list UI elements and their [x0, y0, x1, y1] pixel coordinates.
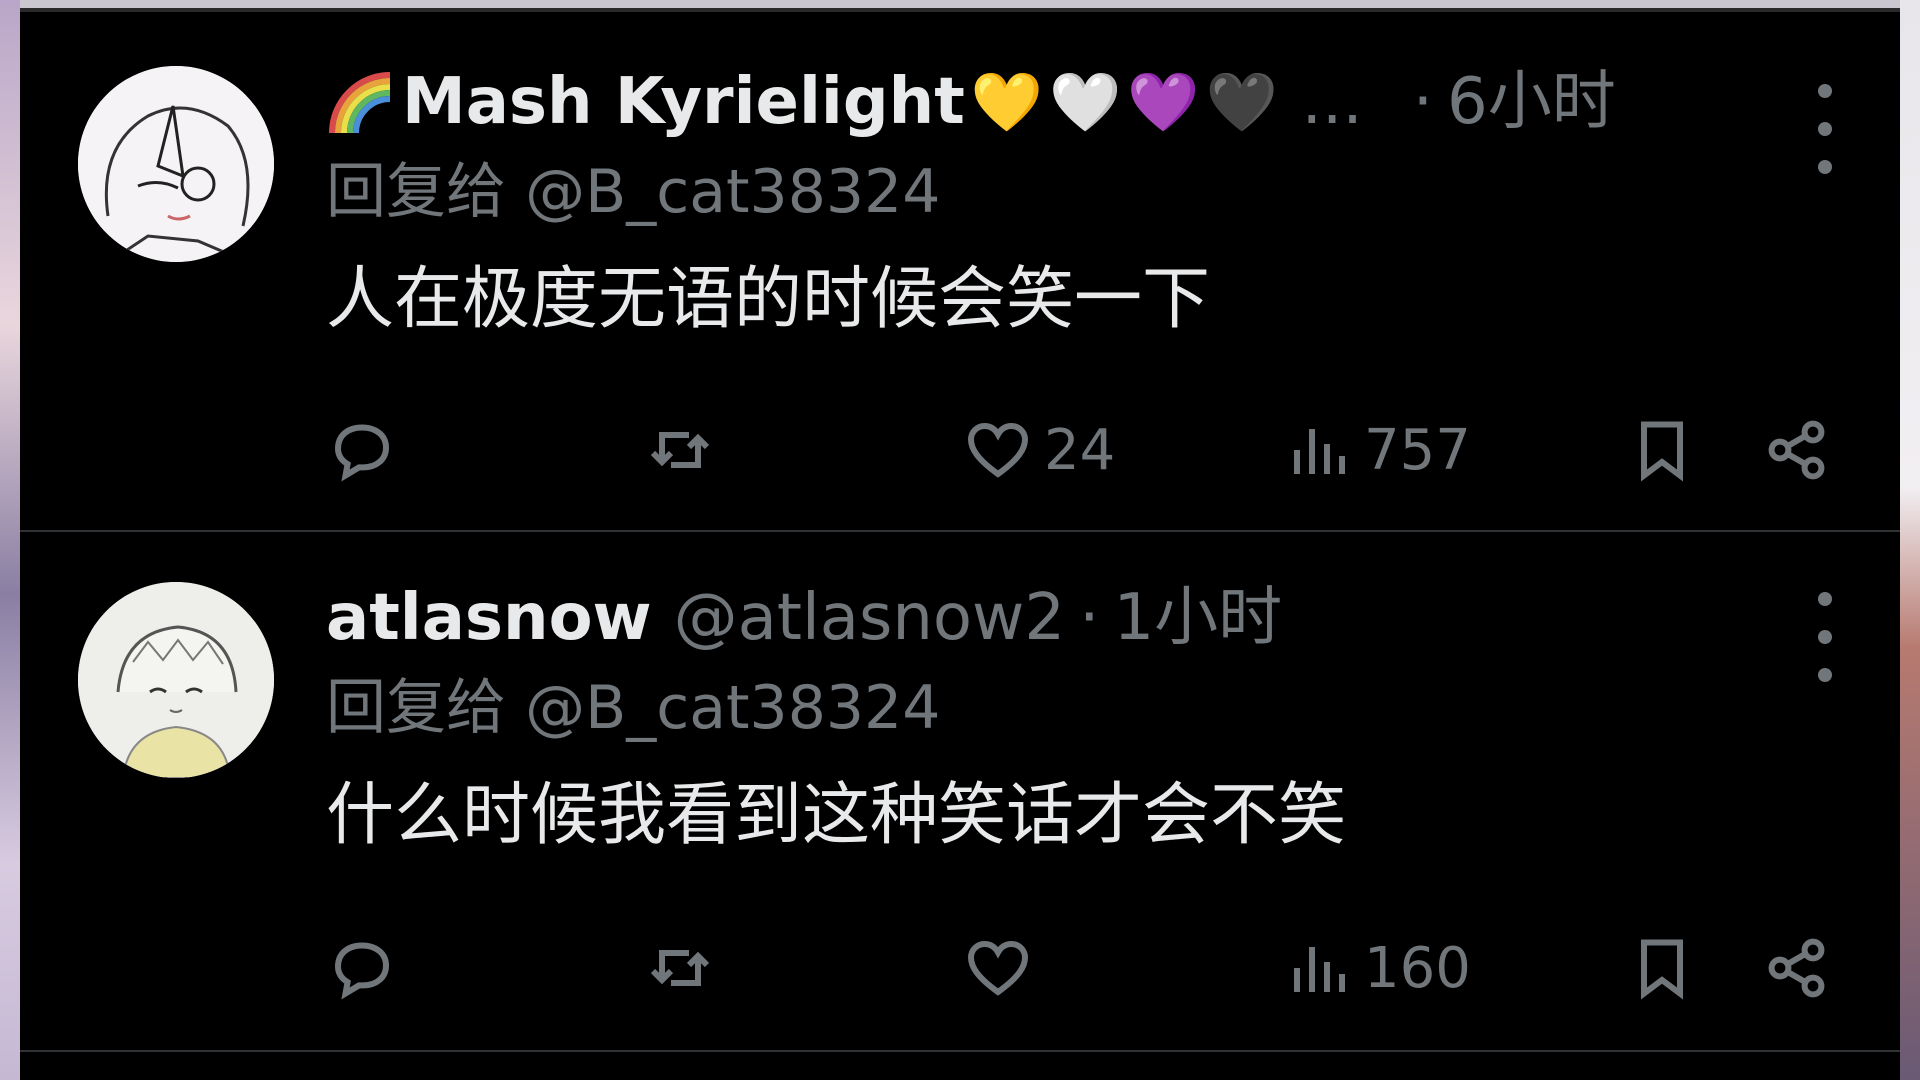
background-strip-right — [1900, 0, 1920, 1080]
views-count: 160 — [1364, 935, 1471, 1001]
reply-post: atlasnow @atlasnow2 · 1小时 回复给 @B_cat3832… — [20, 542, 1900, 1062]
more-icon — [1818, 84, 1832, 98]
reply-to-label[interactable]: 回复给 @B_cat38324 — [326, 144, 1840, 240]
reply-button[interactable] — [326, 928, 398, 1008]
retweet-button[interactable] — [644, 410, 716, 490]
black-heart-icon: 🖤 — [1205, 68, 1278, 136]
bookmark-icon — [1641, 939, 1683, 1000]
reply-icon — [334, 424, 390, 482]
display-name[interactable]: Mash Kyrielight — [402, 60, 965, 144]
purple-heart-icon: 💜 — [1127, 68, 1200, 136]
post-divider — [20, 1050, 1900, 1052]
post-header: atlasnow @atlasnow2 · 1小时 — [326, 576, 1840, 660]
like-button[interactable]: 24 — [962, 410, 1115, 490]
share-button[interactable] — [1762, 928, 1834, 1008]
post-header: Mash Kyrielight 💛 🤍 💜 🖤 ... · 6小时 — [326, 60, 1840, 144]
bookmark-button[interactable] — [1626, 928, 1698, 1008]
more-options-button[interactable] — [1810, 592, 1840, 682]
separator-dot: · — [1079, 581, 1100, 655]
views-button[interactable]: 160 — [1282, 928, 1471, 1008]
retweet-icon — [650, 432, 710, 468]
avatar-drawing — [78, 66, 274, 262]
share-button[interactable] — [1762, 410, 1834, 490]
views-button[interactable]: 757 — [1282, 410, 1471, 490]
like-icon — [967, 940, 1029, 996]
avatar[interactable] — [78, 66, 274, 262]
views-icon — [1294, 429, 1345, 474]
post-timestamp[interactable]: 1小时 — [1113, 576, 1282, 660]
post-content: Mash Kyrielight 💛 🤍 💜 🖤 ... · 6小时 回复给 @B… — [326, 60, 1840, 350]
background-strip-left — [0, 0, 20, 1080]
user-handle[interactable]: @atlasnow2 — [674, 576, 1065, 660]
avatar-drawing — [78, 582, 274, 778]
views-icon — [1294, 947, 1345, 992]
like-count: 24 — [1044, 417, 1116, 483]
panel-top-border — [20, 8, 1900, 12]
display-name[interactable]: atlasnow — [326, 576, 652, 660]
action-bar: 24 757 — [326, 410, 1840, 490]
share-icon — [1768, 938, 1825, 998]
reply-icon — [334, 942, 390, 1000]
reply-thread-panel: Mash Kyrielight 💛 🤍 💜 🖤 ... · 6小时 回复给 @B… — [20, 8, 1900, 1080]
rainbow-icon — [329, 72, 391, 134]
more-icon — [1818, 592, 1832, 606]
retweet-icon — [650, 950, 710, 986]
more-options-button[interactable] — [1810, 84, 1840, 174]
separator-dot: · — [1412, 65, 1434, 139]
like-icon — [967, 422, 1029, 478]
avatar[interactable] — [78, 582, 274, 778]
views-count: 757 — [1364, 417, 1471, 483]
yellow-heart-icon: 💛 — [970, 68, 1043, 136]
post-timestamp[interactable]: 6小时 — [1447, 60, 1616, 144]
reply-button[interactable] — [326, 410, 398, 490]
post-content: atlasnow @atlasnow2 · 1小时 回复给 @B_cat3832… — [326, 576, 1840, 866]
white-heart-icon: 🤍 — [1049, 68, 1122, 136]
post-divider — [20, 530, 1900, 532]
name-truncation: ... — [1301, 65, 1363, 139]
post-text: 人在极度无语的时候会笑一下 — [326, 260, 1211, 339]
action-bar: 160 — [326, 928, 1840, 1008]
reply-post: Mash Kyrielight 💛 🤍 💜 🖤 ... · 6小时 回复给 @B… — [20, 20, 1900, 540]
reply-to-label[interactable]: 回复给 @B_cat38324 — [326, 660, 1840, 756]
retweet-button[interactable] — [644, 928, 716, 1008]
like-button[interactable] — [962, 928, 1034, 1008]
post-text: 什么时候我看到这种笑话才会不笑 — [326, 776, 1347, 855]
bookmark-button[interactable] — [1626, 410, 1698, 490]
share-icon — [1768, 420, 1825, 480]
bookmark-icon — [1641, 421, 1683, 482]
